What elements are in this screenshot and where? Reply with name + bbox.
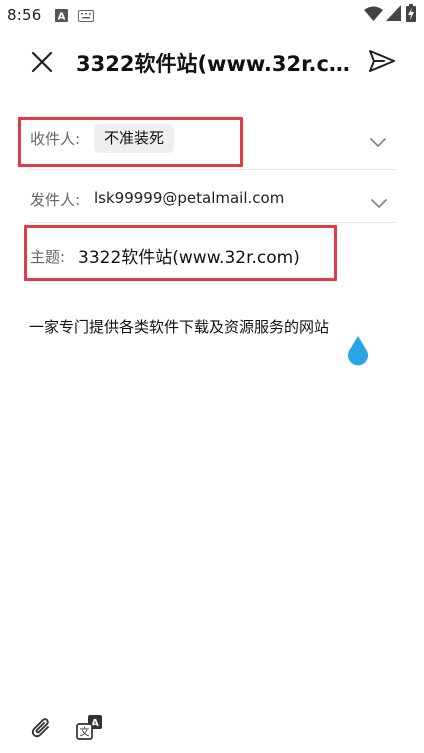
- app-bar: 3322软件站(www.32r.com): [0, 38, 424, 86]
- send-button[interactable]: [364, 48, 400, 74]
- keyboard-icon: [78, 7, 94, 26]
- recipients-expand-button[interactable]: [369, 133, 387, 152]
- chevron-down-icon: [370, 138, 386, 147]
- divider: [28, 169, 396, 170]
- sender-expand-button[interactable]: [370, 194, 388, 213]
- font-a-icon: A: [55, 7, 68, 26]
- recipients-highlight-box: [18, 117, 243, 167]
- sender-address[interactable]: lsk99999@petalmail.com: [94, 189, 284, 207]
- translate-icon: A 文: [76, 715, 102, 740]
- signal-icon: [386, 5, 401, 25]
- status-bar: 8:56 A: [0, 0, 424, 30]
- attach-button[interactable]: [30, 716, 54, 742]
- attachment-icon: [31, 718, 49, 738]
- compose-mail-screen: 8:56 A 3322软件站(www.32r.com) 收件人: 不准装死 发件…: [0, 0, 424, 753]
- sender-label: 发件人:: [30, 191, 81, 209]
- divider: [28, 222, 396, 223]
- svg-text:文: 文: [80, 726, 90, 739]
- text-cursor-handle[interactable]: [346, 334, 370, 366]
- mail-body-editor[interactable]: 一家专门提供各类软件下载及资源服务的网站: [29, 316, 329, 337]
- battery-charging-icon: [406, 4, 416, 26]
- close-button[interactable]: [24, 50, 60, 74]
- svg-text:A: A: [58, 12, 66, 23]
- subject-highlight-box: [24, 225, 337, 281]
- close-icon: [31, 51, 53, 73]
- wifi-icon: [364, 6, 383, 25]
- chevron-down-icon: [371, 199, 387, 208]
- translate-button[interactable]: A 文: [74, 714, 104, 744]
- status-time: 8:56: [7, 6, 42, 24]
- cursor-drop-icon: [348, 336, 368, 366]
- mail-subject-title: 3322软件站(www.32r.com): [76, 52, 358, 76]
- bottom-toolbar: A 文: [0, 704, 424, 753]
- send-icon: [369, 50, 395, 72]
